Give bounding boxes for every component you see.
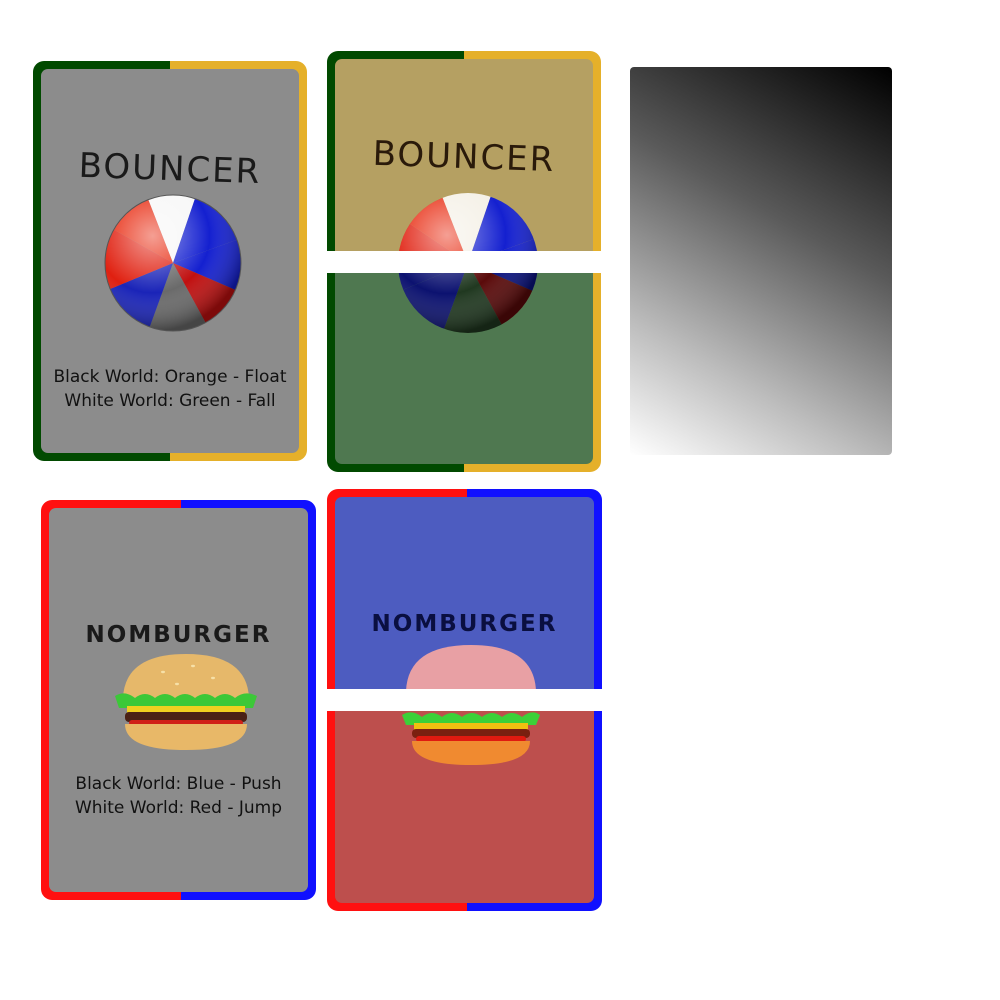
card-title: BOUNCER [78,145,262,193]
white-strip [327,689,602,711]
card-rules: Black World: Blue - Push White World: Re… [49,772,308,820]
card-back[interactable] [630,67,892,455]
hamburger-icon [115,654,257,750]
bouncer-card[interactable]: BOUNCER Black World: Orange - Float Whit… [33,61,307,461]
card-face: NOMBURGER Black World: Blue - Push White… [49,508,308,892]
rule-white-world: White World: Red - Jump [74,798,283,818]
beach-ball-icon [104,194,242,332]
rule-white-world: White World: Green - Fall [64,391,276,411]
rule-black-world: Black World: Orange - Float [53,367,287,387]
card-title: NOMBURGER [85,622,272,648]
card-rules: Black World: Orange - Float White World:… [41,365,299,413]
card-title: NOMBURGER [371,611,558,637]
card-face: BOUNCER [41,69,299,453]
white-strip [327,251,601,273]
nomburger-card[interactable]: NOMBURGER Black World: Blue - Push White… [41,500,316,900]
rule-black-world: Black World: Blue - Push [75,774,282,794]
